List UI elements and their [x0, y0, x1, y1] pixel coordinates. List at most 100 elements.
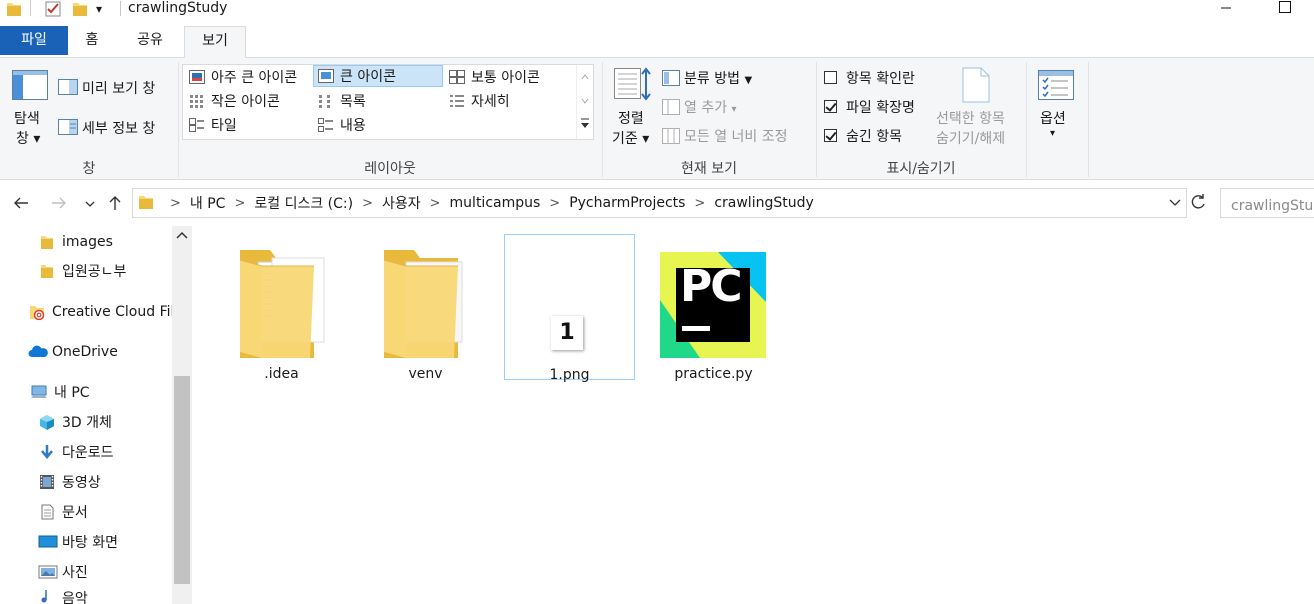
add-columns-icon: [662, 99, 680, 119]
details-pane-icon[interactable]: [58, 119, 78, 139]
tab-view[interactable]: 보기: [184, 26, 246, 59]
layout-medium-icons[interactable]: 보통 아이콘: [445, 66, 540, 88]
size-columns-button[interactable]: 모든 열 너비 조정: [684, 126, 788, 146]
breadcrumb: > 내 PC > 로컬 디스크 (C:) > 사용자 > multicampus…: [161, 189, 814, 217]
file-name: .idea: [264, 366, 299, 382]
address-dropdown-icon[interactable]: [1168, 195, 1182, 209]
sort-by-label[interactable]: 정렬: [618, 108, 644, 128]
image-thumbnail: 1: [505, 241, 634, 359]
search-input[interactable]: crawlingStudy 검색: [1220, 188, 1314, 218]
layout-details[interactable]: 자세히: [445, 90, 510, 112]
navigation-pane-scrollbar[interactable]: [172, 226, 192, 604]
breadcrumb-item[interactable]: 내 PC: [190, 193, 226, 213]
maximize-icon[interactable]: [1275, 0, 1295, 16]
chevron-right-icon[interactable]: >: [549, 196, 560, 211]
minimize-icon[interactable]: [1216, 0, 1236, 16]
layout-small-icons[interactable]: 작은 아이콘: [185, 90, 280, 112]
layout-extra-large-icons[interactable]: 아주 큰 아이콘: [185, 66, 297, 88]
properties-icon[interactable]: [44, 0, 62, 18]
file-name: practice.py: [674, 366, 753, 382]
pycharm-icon: PC: [648, 240, 779, 358]
details-pane-button[interactable]: 세부 정보 창: [82, 118, 155, 138]
back-arrow-icon[interactable]: [10, 192, 32, 214]
group-label-layout: 레이아웃: [364, 161, 416, 177]
group-by-icon[interactable]: [662, 70, 680, 90]
file-view: .idea venv 1 1.png PC practice.py: [192, 226, 1314, 604]
folder-icon: [138, 194, 154, 214]
file-name: venv: [408, 366, 443, 382]
chevron-right-icon[interactable]: >: [234, 196, 245, 211]
layout-gallery: 아주 큰 아이콘 큰 아이콘 보통 아이콘 작은 아이콘 목록 자세히 타일 내…: [182, 64, 594, 140]
preview-pane-button[interactable]: 미리 보기 창: [82, 78, 155, 98]
layout-content[interactable]: 내용: [314, 114, 366, 136]
ribbon: 탐색 창 ▾ 미리 보기 창 세부 정보 창 창 아주 큰 아이콘 큰 아이콘 …: [0, 58, 1314, 180]
group-label-show-hide: 표시/숨기기: [886, 161, 956, 177]
folder-icon: [38, 234, 56, 250]
breadcrumb-item[interactable]: PycharmProjects: [569, 195, 685, 211]
file-item-practice[interactable]: PC practice.py: [648, 234, 779, 382]
breadcrumb-item[interactable]: 로컬 디스크 (C:): [254, 193, 353, 213]
tab-home[interactable]: 홈: [68, 26, 116, 57]
hidden-items-label[interactable]: 숨긴 항목: [846, 126, 902, 146]
folder-icon: [38, 263, 56, 279]
sort-by-label-2[interactable]: 기준 ▾: [612, 128, 649, 148]
group-by-button[interactable]: 분류 방법 ▼: [684, 68, 752, 88]
chevron-right-icon[interactable]: >: [170, 196, 181, 211]
preview-pane-icon[interactable]: [58, 79, 78, 99]
title-bar: ▾ crawlingStudy: [0, 0, 1314, 26]
options-button[interactable]: 옵션: [1040, 108, 1066, 128]
tab-file[interactable]: 파일: [0, 26, 68, 55]
file-item-idea[interactable]: .idea: [216, 234, 347, 382]
hide-selected-label-2[interactable]: 숨기기/해제: [936, 128, 1005, 148]
breadcrumb-item[interactable]: multicampus: [450, 195, 541, 211]
navigation-pane-icon[interactable]: [12, 70, 48, 104]
image-thumbnail-text: 1: [551, 316, 583, 350]
chevron-right-icon[interactable]: >: [430, 196, 441, 211]
pycharm-logo-text: PC: [680, 261, 743, 312]
chevron-right-icon[interactable]: >: [362, 196, 373, 211]
hidden-items-checkbox[interactable]: [824, 129, 837, 142]
content-icon: [318, 118, 333, 132]
navigation-pane-label[interactable]: 탐색: [14, 108, 40, 128]
file-extensions-label[interactable]: 파일 확장명: [846, 97, 915, 117]
address-bar[interactable]: > 내 PC > 로컬 디스크 (C:) > 사용자 > multicampus…: [132, 188, 1187, 218]
chevron-right-icon[interactable]: >: [694, 196, 705, 211]
breadcrumb-item[interactable]: crawlingStudy: [714, 195, 813, 211]
item-checkboxes-label[interactable]: 항목 확인란: [846, 68, 915, 88]
3d-objects-icon: [38, 414, 56, 430]
layout-tiles[interactable]: 타일: [185, 114, 237, 136]
small-icons-icon: [190, 95, 203, 108]
item-checkboxes-checkbox[interactable]: [824, 71, 837, 84]
document-icon: [38, 504, 56, 520]
onedrive-icon: [28, 344, 48, 360]
new-folder-icon[interactable]: [72, 0, 88, 18]
size-columns-icon[interactable]: [662, 128, 680, 148]
tab-share[interactable]: 공유: [120, 26, 180, 57]
refresh-icon[interactable]: [1188, 192, 1208, 212]
layout-list[interactable]: 목록: [314, 90, 366, 112]
folder-icon: [6, 0, 22, 18]
file-item-venv[interactable]: venv: [360, 234, 491, 382]
forward-arrow-icon[interactable]: [48, 192, 70, 214]
scroll-up-icon[interactable]: [176, 230, 188, 240]
window-title: crawlingStudy: [128, 0, 228, 16]
quick-access-dropdown[interactable]: ▾: [96, 0, 102, 18]
video-icon: [38, 474, 56, 490]
file-item-image[interactable]: 1 1.png: [504, 234, 635, 383]
pictures-icon: [38, 564, 58, 580]
sort-by-icon[interactable]: [612, 66, 652, 106]
options-dropdown-icon[interactable]: ▾: [1050, 128, 1055, 139]
navigation-pane-label-2[interactable]: 창 ▾: [16, 128, 40, 148]
up-arrow-icon[interactable]: [104, 192, 126, 214]
file-extensions-checkbox[interactable]: [824, 100, 837, 113]
recent-locations-icon[interactable]: [80, 192, 100, 214]
scrollbar-thumb[interactable]: [174, 376, 190, 584]
layout-gallery-scroll[interactable]: [576, 65, 593, 139]
nav-item-creative-cloud[interactable]: Creative Cloud Files: [28, 298, 172, 326]
options-icon[interactable]: [1038, 70, 1074, 104]
breadcrumb-item[interactable]: 사용자: [382, 193, 421, 213]
hide-selected-label[interactable]: 선택한 항목: [936, 108, 1005, 128]
large-icons-icon: [318, 69, 334, 83]
navigation-pane: images 입원공ㄴ부 Creative Cloud Files OneDri…: [0, 226, 192, 604]
layout-large-icons[interactable]: 큰 아이콘: [313, 65, 443, 87]
